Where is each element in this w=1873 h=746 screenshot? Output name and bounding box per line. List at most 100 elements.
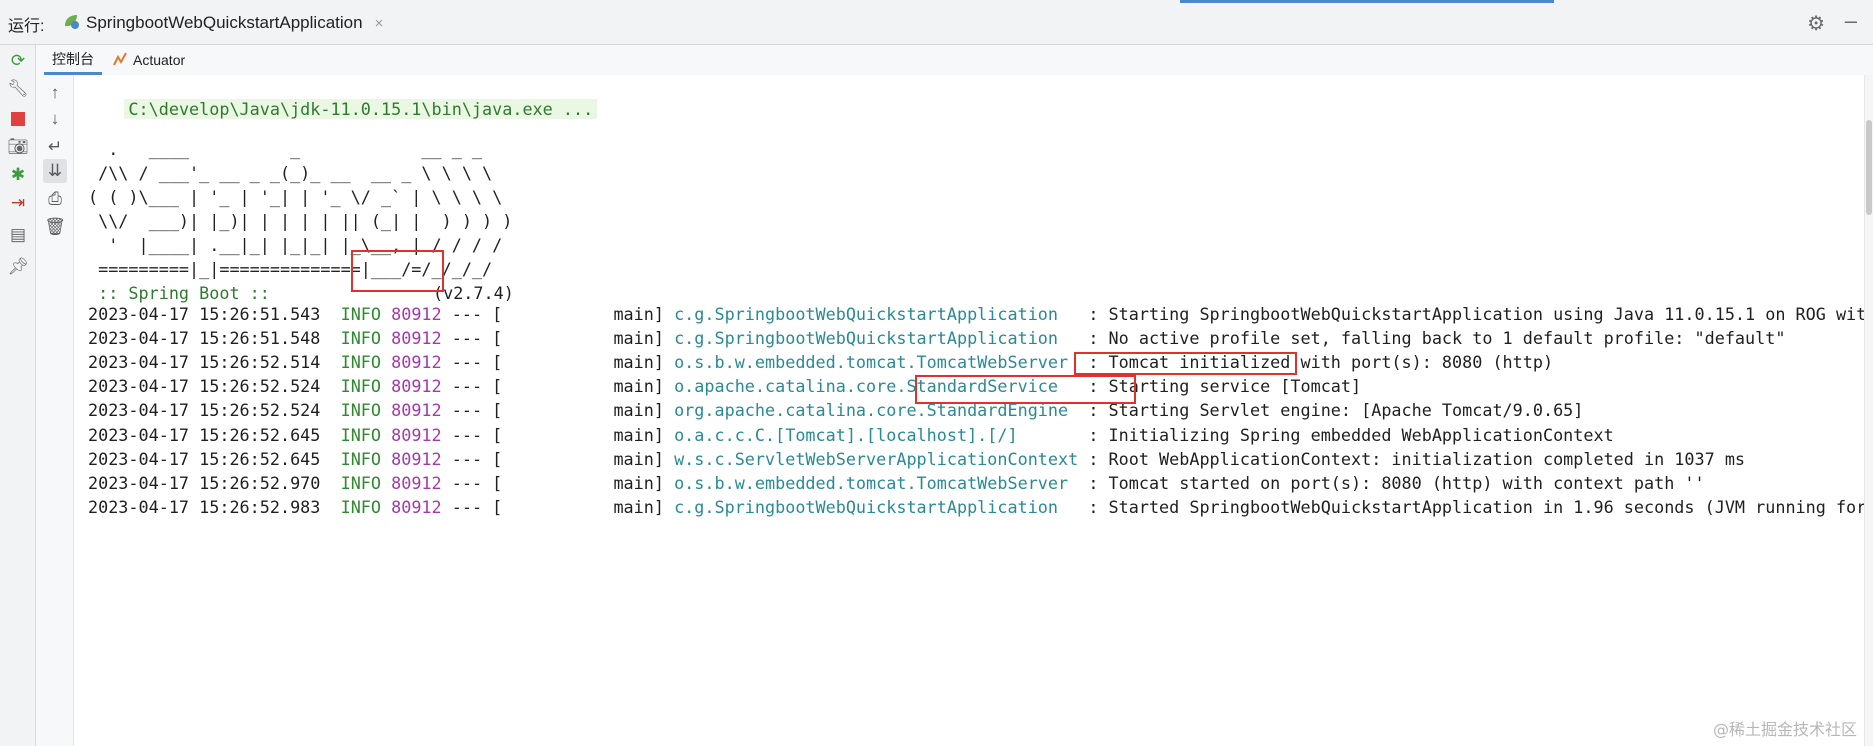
banner-line: . ____ _ __ _ _ (88, 139, 483, 159)
tab-console[interactable]: 控制台 (44, 45, 102, 75)
camera-icon[interactable]: 📷︎ (7, 137, 29, 157)
log-time: 2023-04-17 15:26:52.645 (88, 448, 321, 469)
run-config-tab[interactable]: SpringbootWebQuickstartApplication × (62, 6, 383, 40)
vertical-scrollbar[interactable] (1864, 75, 1873, 746)
log-logger: o.a.c.c.C.[Tomcat].[localhost].[/] (674, 424, 1079, 445)
debug-icon[interactable]: ✱ (8, 165, 28, 185)
log-level: INFO (340, 496, 382, 517)
soft-wrap-icon[interactable]: ↵ (43, 135, 67, 159)
console-output[interactable]: C:\develop\Java\jdk-11.0.15.1\bin\java.e… (74, 73, 1873, 746)
log-level: INFO (340, 448, 382, 469)
log-thread: main] (613, 400, 664, 421)
log-pid: 80912 (391, 448, 442, 469)
log-pid: 80912 (391, 352, 442, 373)
log-line: 2023-04-17 15:26:52.983 INFO 80912 --- [… (88, 495, 1873, 519)
run-toolwindow-header: 运行: SpringbootWebQuickstartApplication ×… (0, 0, 1873, 45)
log-line: 2023-04-17 15:26:52.514 INFO 80912 --- [… (88, 350, 1553, 374)
log-pid: 80912 (391, 376, 442, 397)
java-command-line: C:\develop\Java\jdk-11.0.15.1\bin\java.e… (88, 73, 598, 119)
log-level: INFO (340, 304, 382, 324)
gear-icon[interactable]: ⚙ (1807, 11, 1825, 36)
print-icon[interactable]: ⎙ (43, 187, 67, 211)
tab-console-label: 控制台 (52, 50, 94, 67)
port-highlight-box (1074, 352, 1297, 375)
log-message: : Initializing Spring embedded WebApplic… (1078, 424, 1614, 445)
service-highlight-box (915, 375, 1136, 404)
arrow-down-icon[interactable]: ↓ (43, 107, 67, 131)
log-time: 2023-04-17 15:26:52.514 (88, 352, 321, 373)
log-pid: 80912 (391, 400, 442, 421)
log-message: : Starting SpringbootWebQuickstartApplic… (1078, 304, 1873, 324)
log-logger: c.g.SpringbootWebQuickstartApplication (674, 496, 1079, 517)
log-pid: 80912 (391, 304, 442, 324)
rerun-icon[interactable]: ⟳ (8, 51, 28, 71)
log-time: 2023-04-17 15:26:52.645 (88, 424, 321, 445)
console-gutter: ↑ ↓ ↵ ⇊ ⎙ 🗑︎ (36, 75, 74, 746)
log-thread: main] (613, 376, 664, 397)
console-subtabs: 控制台 Actuator (36, 45, 1873, 76)
log-logger: c.g.SpringbootWebQuickstartApplication (674, 304, 1079, 324)
log-pid: 80912 (391, 496, 442, 517)
log-logger: o.s.b.w.embedded.tomcat.TomcatWebServer (674, 472, 1079, 493)
java-command: C:\develop\Java\jdk-11.0.15.1\bin\java.e… (124, 99, 598, 119)
log-separator: --- [ (451, 328, 503, 349)
log-level: INFO (340, 328, 382, 349)
spring-leaf-icon (62, 12, 80, 35)
log-message: : Starting Servlet engine: [Apache Tomca… (1078, 400, 1584, 421)
log-time: 2023-04-17 15:26:52.524 (88, 376, 321, 397)
log-thread: main] (613, 424, 664, 445)
log-separator: --- [ (451, 448, 503, 469)
login-icon[interactable]: ⇥ (8, 193, 28, 213)
log-level: INFO (340, 376, 382, 397)
layout-icon[interactable]: ▤ (8, 225, 28, 245)
minimize-icon[interactable]: – (1845, 8, 1857, 34)
trash-icon[interactable]: 🗑︎ (43, 215, 67, 239)
log-separator: --- [ (451, 496, 503, 517)
tab-actuator-label: Actuator (133, 52, 186, 68)
log-level: INFO (340, 472, 382, 493)
run-toolbar-left: ⟳ 🔧︎ 📷︎ ✱ ⇥ ▤ 📌︎ (0, 45, 36, 746)
log-separator: --- [ (451, 400, 503, 421)
run-config-tab-label: SpringbootWebQuickstartApplication (86, 13, 363, 32)
log-thread: main] (613, 448, 664, 469)
scroll-to-end-icon[interactable]: ⇊ (43, 159, 67, 183)
log-time: 2023-04-17 15:26:52.524 (88, 400, 321, 421)
pin-icon[interactable]: 📌︎ (7, 257, 29, 277)
log-line: 2023-04-17 15:26:52.645 INFO 80912 --- [… (88, 423, 1614, 447)
log-logger: o.s.b.w.embedded.tomcat.TomcatWebServer (674, 352, 1079, 373)
log-thread: main] (613, 328, 664, 349)
wrench-icon[interactable]: 🔧︎ (7, 79, 29, 99)
log-level: INFO (340, 352, 382, 373)
banner-line: ( ( )\___ | '_ | '_| | '_ \/ _` | \ \ \ … (88, 187, 503, 207)
tab-actuator[interactable]: Actuator (104, 45, 193, 75)
run-label: 运行: (8, 18, 45, 35)
log-logger: w.s.c.ServletWebServerApplicationContext (674, 448, 1079, 469)
log-message: : No active profile set, falling back to… (1078, 328, 1786, 349)
log-line: 2023-04-17 15:26:52.524 INFO 80912 --- [… (88, 398, 1583, 422)
log-message: : Root WebApplicationContext: initializa… (1078, 448, 1746, 469)
log-pid: 80912 (391, 424, 442, 445)
log-line: 2023-04-17 15:26:52.645 INFO 80912 --- [… (88, 447, 1745, 471)
close-icon[interactable]: × (375, 15, 384, 32)
log-level: INFO (340, 400, 382, 421)
watermark: @稀土掘金技术社区 (1712, 720, 1857, 739)
log-message: : Started SpringbootWebQuickstartApplica… (1078, 496, 1873, 517)
log-separator: --- [ (451, 352, 503, 373)
header-accent-bar (1180, 0, 1554, 3)
log-time: 2023-04-17 15:26:51.548 (88, 328, 321, 349)
log-time: 2023-04-17 15:26:52.983 (88, 496, 321, 517)
scrollbar-thumb[interactable] (1866, 120, 1872, 215)
log-thread: main] (613, 304, 664, 324)
log-logger: c.g.SpringbootWebQuickstartApplication (674, 328, 1079, 349)
log-line: 2023-04-17 15:26:52.970 INFO 80912 --- [… (88, 471, 1705, 495)
arrow-up-icon[interactable]: ↑ (43, 81, 67, 105)
log-line: 2023-04-17 15:26:51.548 INFO 80912 --- [… (88, 326, 1785, 350)
log-thread: main] (613, 472, 664, 493)
stop-icon[interactable] (8, 109, 28, 129)
banner-line: \\/ ___)| |_)| | | | | || (_| | ) ) ) ) (88, 211, 513, 231)
version-highlight-box (351, 250, 444, 292)
log-thread: main] (613, 352, 664, 373)
log-line: 2023-04-17 15:26:52.524 INFO 80912 --- [… (88, 374, 1361, 398)
log-separator: --- [ (451, 376, 503, 397)
actuator-icon (112, 51, 128, 70)
